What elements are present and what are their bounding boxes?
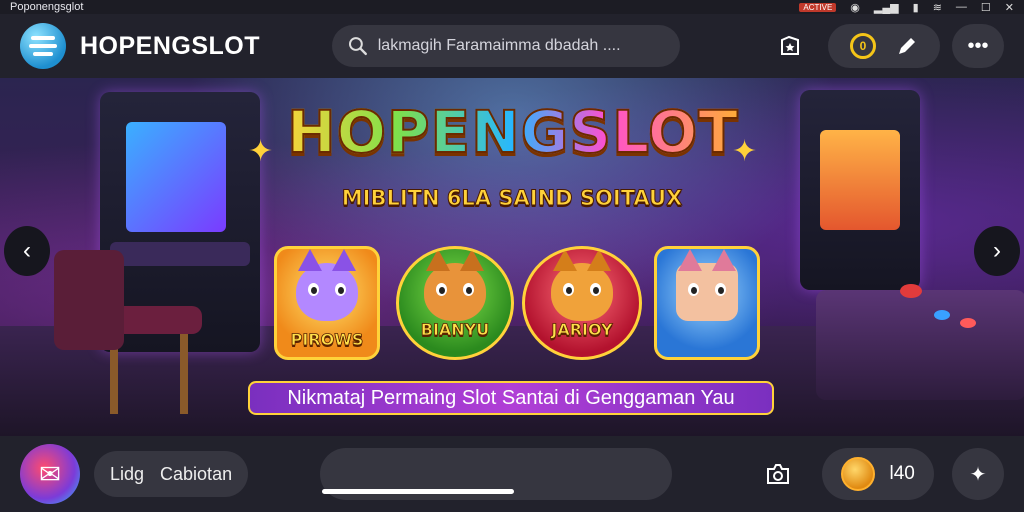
slot-reels-right bbox=[820, 130, 900, 230]
home-indicator bbox=[322, 489, 515, 494]
banner-subtitle: MIBLITN 6LA SAIND SOITAUX bbox=[341, 186, 683, 211]
bottom-bar: ✉ Lidg Cabiotan l40 ✦ bbox=[0, 436, 1024, 512]
wifi-icon: ≋ bbox=[932, 1, 942, 14]
brand-title: HOPENGSLOT bbox=[80, 31, 261, 60]
status-icons: ACTIVE ◉ ▂▄▆ ▮ ≋ — ☐ ✕ bbox=[799, 1, 1014, 14]
game-card-bianyu[interactable]: BIANYU bbox=[396, 246, 514, 360]
game-card-label: BIANYU bbox=[420, 320, 490, 340]
camera-button[interactable] bbox=[752, 452, 804, 496]
pen-icon bbox=[899, 38, 915, 54]
coin-icon: 0 bbox=[850, 33, 876, 59]
banner-title: HOPENGSLOT bbox=[280, 97, 746, 167]
arcade-button bbox=[960, 318, 976, 328]
game-character-icon bbox=[424, 249, 486, 322]
search-icon bbox=[349, 37, 367, 56]
more-button[interactable]: ••• bbox=[952, 24, 1004, 68]
status-title: Poponengsglot bbox=[10, 1, 84, 13]
chip-right-label: Cabiotan bbox=[160, 463, 233, 484]
app-shortcut-icon[interactable]: ✉ bbox=[20, 444, 80, 504]
category-chip[interactable]: Lidg Cabiotan bbox=[94, 451, 249, 497]
chevron-right-icon: › bbox=[993, 237, 1001, 264]
chevron-left-icon: ‹ bbox=[23, 237, 31, 264]
bottom-actions: l40 ✦ bbox=[752, 448, 1004, 500]
top-bar: HOPENGSLOT 0 ••• bbox=[0, 14, 1024, 78]
bluetooth-icon: ◉ bbox=[850, 1, 860, 14]
gold-coin-icon bbox=[841, 457, 876, 491]
arcade-screen-left bbox=[126, 122, 226, 232]
camera-icon bbox=[767, 464, 789, 484]
arcade-button bbox=[900, 284, 922, 298]
center-input-pill[interactable] bbox=[320, 448, 673, 500]
banner-tagline: Nikmataj Permaing Slot Santai di Genggam… bbox=[248, 381, 774, 415]
chair-left bbox=[54, 250, 124, 350]
battery-icon: ▮ bbox=[912, 1, 919, 14]
status-badge: ACTIVE bbox=[799, 2, 837, 12]
game-card-pirows[interactable]: PIROWS bbox=[274, 246, 380, 360]
signal-icon: ▂▄▆ bbox=[873, 1, 899, 14]
game-character-icon bbox=[296, 249, 358, 322]
search-bar[interactable] bbox=[332, 25, 681, 67]
sparkle-icon: ✦ bbox=[248, 135, 274, 168]
top-actions: 0 ••• bbox=[764, 24, 1004, 68]
arcade-panel-left bbox=[110, 242, 250, 266]
close-icon[interactable]: ✕ bbox=[1005, 1, 1014, 14]
hero-banner[interactable]: ✦ ✦ HOPENGSLOT MIBLITN 6LA SAIND SOITAUX… bbox=[0, 78, 1024, 436]
carousel-next-button[interactable]: › bbox=[974, 226, 1020, 276]
game-character-icon bbox=[551, 249, 613, 322]
coin-balance-pill[interactable]: l40 bbox=[822, 448, 934, 500]
stool-left-leg bbox=[180, 334, 188, 414]
search-input[interactable] bbox=[377, 37, 665, 55]
maximize-icon[interactable]: ☐ bbox=[981, 1, 991, 14]
game-card-label: PIROWS bbox=[290, 330, 364, 350]
game-card-jarioy[interactable]: JARIOY bbox=[522, 246, 642, 360]
bookmark-button[interactable] bbox=[764, 24, 816, 68]
game-character-icon bbox=[676, 249, 738, 322]
game-card-treasure[interactable] bbox=[654, 246, 760, 360]
wallet-pill[interactable]: 0 bbox=[828, 24, 940, 68]
arcade-button bbox=[934, 310, 950, 320]
bookmark-icon bbox=[781, 35, 799, 55]
chip-left-label: Lidg bbox=[110, 463, 145, 484]
more-icon: ••• bbox=[967, 34, 989, 57]
sparkle-icon: ✦ bbox=[969, 463, 987, 486]
arcade-desk-right bbox=[816, 290, 1024, 400]
minimize-icon[interactable]: — bbox=[956, 1, 967, 13]
coin-count: l40 bbox=[889, 463, 915, 484]
carousel-prev-button[interactable]: ‹ bbox=[4, 226, 50, 276]
arcade-cabinet-right bbox=[800, 90, 920, 290]
status-bar: Poponengsglot ACTIVE ◉ ▂▄▆ ▮ ≋ — ☐ ✕ bbox=[0, 0, 1024, 14]
game-card-label: JARIOY bbox=[551, 320, 613, 340]
sparkle-button[interactable]: ✦ bbox=[952, 448, 1004, 500]
app-logo-icon[interactable] bbox=[20, 23, 66, 69]
